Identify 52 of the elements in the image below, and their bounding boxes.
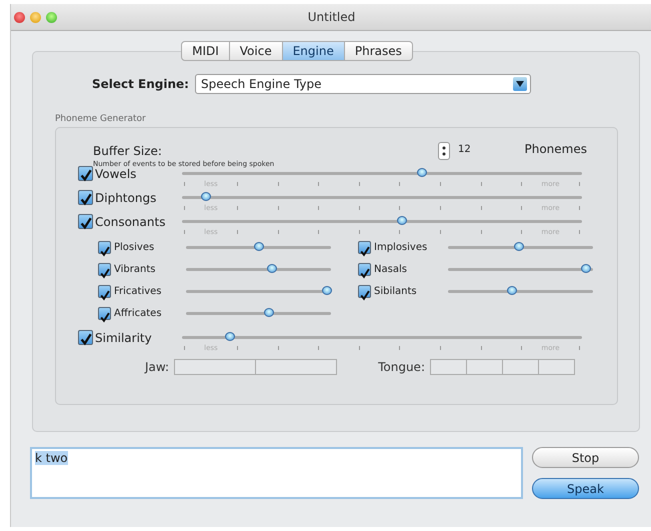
slider-thumb[interactable] <box>264 308 274 317</box>
checkbox[interactable] <box>78 330 93 345</box>
slider-thumb[interactable] <box>224 332 235 341</box>
slider-label: Vibrants <box>114 264 156 275</box>
buffer-unit: Phonemes <box>524 142 587 156</box>
checkbox[interactable] <box>358 285 371 298</box>
slider-label: Affricates <box>114 308 162 319</box>
slider-label: Vowels <box>95 166 136 180</box>
slider-thumb[interactable] <box>580 264 591 273</box>
slider-label: Consonants <box>95 214 166 228</box>
slider-label: Plosives <box>114 242 154 253</box>
tab[interactable]: Voice <box>230 41 283 61</box>
slider-label: Similarity <box>95 330 152 344</box>
slider-thumb[interactable] <box>514 242 524 251</box>
checkbox[interactable] <box>98 263 111 276</box>
group-title: Phoneme Generator <box>55 114 147 124</box>
button[interactable]: Stop <box>532 447 639 468</box>
checkbox[interactable] <box>98 241 111 254</box>
slider-thumb[interactable] <box>254 242 264 251</box>
checkbox[interactable] <box>78 166 93 181</box>
button[interactable]: Speak <box>532 478 639 499</box>
close-button[interactable] <box>14 12 25 22</box>
slider-thumb[interactable] <box>416 168 427 177</box>
buffer-size-label: Buffer Size: <box>93 144 163 158</box>
checkbox[interactable] <box>78 190 93 205</box>
buffer-value: 12 <box>458 144 471 155</box>
stepper[interactable] <box>438 142 450 160</box>
slider-label: Sibilants <box>374 286 417 297</box>
engine-dropdown[interactable]: Speech Engine Type <box>194 74 531 94</box>
slider-thumb[interactable] <box>396 216 407 225</box>
slider-thumb[interactable] <box>322 286 332 295</box>
dots-icon <box>440 144 448 158</box>
tab[interactable]: MIDI <box>181 41 230 61</box>
slider-label: Fricatives <box>114 286 162 297</box>
window-title: Untitled <box>306 10 356 24</box>
slider-label: Implosives <box>374 242 428 253</box>
tab[interactable]: Phrases <box>344 41 413 61</box>
checkbox[interactable] <box>358 241 371 254</box>
checkbox[interactable] <box>78 214 93 229</box>
meter-label: Tongue: <box>378 360 425 374</box>
tab[interactable]: Engine <box>282 41 345 61</box>
checkbox[interactable] <box>98 307 111 320</box>
meter-label: Jaw: <box>145 360 170 374</box>
checkbox[interactable] <box>98 285 111 298</box>
slider-label: Diphtongs <box>95 190 156 204</box>
slider-thumb[interactable] <box>506 286 517 295</box>
slider-thumb[interactable] <box>200 192 211 201</box>
slider-label: Nasals <box>374 264 407 275</box>
text-input[interactable]: k two <box>30 447 523 499</box>
select-engine-label: Select Engine: <box>92 77 189 91</box>
slider-thumb[interactable] <box>266 264 277 273</box>
checkbox[interactable] <box>358 263 371 276</box>
